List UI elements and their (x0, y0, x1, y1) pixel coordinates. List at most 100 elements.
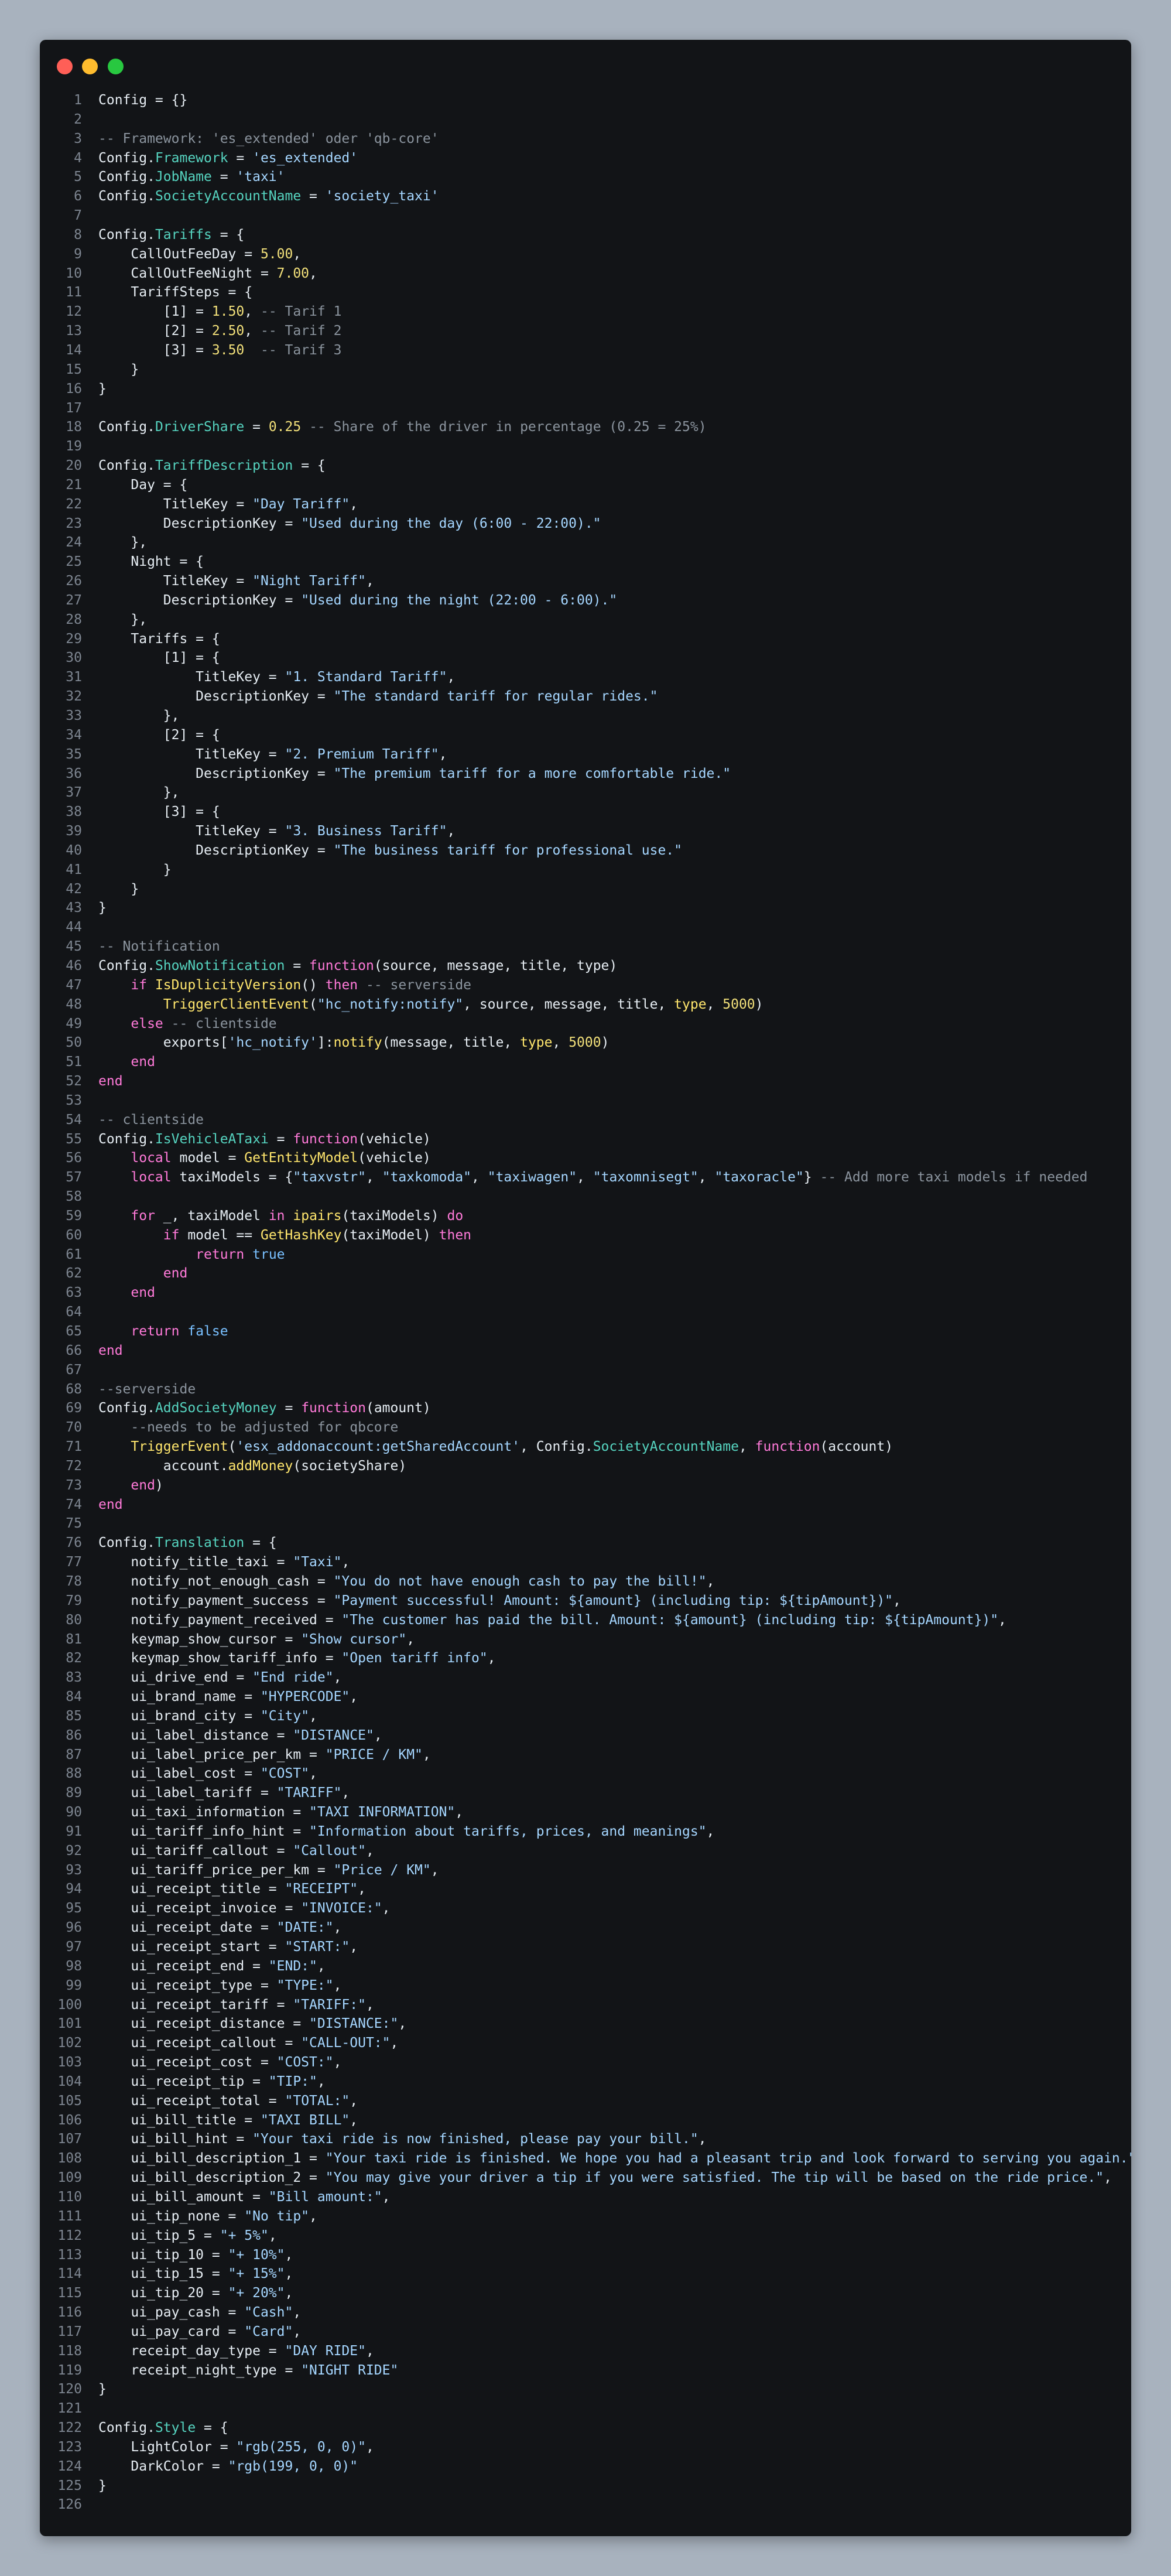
code-line: 120} (40, 2380, 1131, 2399)
property: TariffDescription (155, 458, 293, 474)
line-source: ui_tip_5 = "+ 5%", (98, 2227, 276, 2243)
code-line: 5 Config.JobName = 'taxi' (40, 168, 1131, 187)
code-text: , (998, 1612, 1006, 1628)
string-literal: "Day Tariff" (252, 496, 350, 512)
minimize-button[interactable] (82, 59, 98, 74)
string-literal: "Information about tariffs, prices, and … (309, 1823, 707, 1839)
code-text: receipt_night_type = (98, 2362, 302, 2378)
code-text: ui_tip_10 = (98, 2247, 228, 2263)
code-text: , (398, 2016, 407, 2032)
line-number: 36 (66, 766, 82, 781)
line-number: 42 (66, 881, 82, 897)
code-text: , (447, 669, 456, 685)
code-line: 7 (40, 206, 1131, 226)
code-text: ui_receipt_cost = (98, 2055, 277, 2071)
keyword: return (131, 1324, 180, 1339)
line-source: Config.AddSocietyMoney = function(amount… (98, 1400, 431, 1416)
number-literal: 3.50 (211, 342, 245, 358)
line-source: ui_receipt_total = "TOTAL:", (98, 2093, 358, 2109)
line-number: 98 (66, 1958, 82, 1974)
code-editor[interactable]: 1 Config = {} 2 3 -- Framework: 'es_extended… (40, 91, 1131, 2514)
code-text: , (1104, 2170, 1112, 2186)
maximize-button[interactable] (108, 59, 124, 74)
code-text: ui_tip_5 = (98, 2227, 220, 2243)
function-name: type (674, 996, 707, 1012)
code-text: (vehicle) (358, 1131, 431, 1147)
code-line: 20 Config.TariffDescription = { (40, 456, 1131, 476)
code-text: = { (293, 458, 326, 474)
line-number: 119 (57, 2362, 82, 2378)
string-literal: "The standard tariff for regular rides." (333, 689, 658, 705)
line-number: 35 (66, 746, 82, 762)
code-text: = (211, 169, 237, 185)
line-source: ui_bill_title = "TAXI BILL", (98, 2113, 358, 2128)
code-line: 25 Night = { (40, 552, 1131, 572)
code-line: 62 end (40, 1264, 1131, 1283)
keyword: function (309, 958, 374, 973)
keyword: end (98, 1342, 123, 1358)
code-text: , (333, 1977, 342, 1993)
line-number: 121 (57, 2401, 82, 2417)
code-line: 26 TitleKey = "Night Tariff", (40, 572, 1131, 591)
code-text: ( (228, 1439, 237, 1455)
line-number: 114 (57, 2266, 82, 2282)
comment: -- serverside (366, 977, 472, 993)
code-line: 69 Config.AddSocietyMoney = function(amou… (40, 1399, 1131, 1418)
code-text: (taxiModels) (341, 1208, 447, 1224)
line-number: 28 (66, 611, 82, 627)
function-name: TriggerClientEvent (163, 996, 310, 1012)
code-text: notify_title_taxi = (98, 1555, 293, 1570)
close-button[interactable] (57, 59, 73, 74)
line-source: Day = { (98, 477, 187, 493)
line-number: 14 (66, 342, 82, 358)
code-text: DescriptionKey = (98, 689, 334, 705)
code-text: keymap_show_tariff_info = (98, 1651, 342, 1666)
code-line: 58 (40, 1187, 1131, 1207)
code-line: 19 (40, 437, 1131, 456)
line-number: 71 (66, 1439, 82, 1455)
line-number: 29 (66, 631, 82, 647)
code-text: ui_receipt_end = (98, 1958, 269, 1974)
code-text: _, taxiModel (155, 1208, 269, 1224)
line-number: 107 (57, 2131, 82, 2147)
line-source: ui_tip_10 = "+ 10%", (98, 2247, 293, 2263)
function-name: addMoney (228, 1458, 293, 1474)
line-number: 72 (66, 1458, 82, 1474)
line-number: 115 (57, 2285, 82, 2301)
code-text: , (706, 996, 723, 1012)
code-text: Config. (98, 458, 155, 474)
keyword: function (755, 1439, 820, 1455)
code-text: (source, message, title, type) (374, 958, 618, 973)
comment: -- Share of the driver in percentage (0.… (309, 419, 707, 435)
line-source: TitleKey = "1. Standard Tariff", (98, 669, 455, 685)
line-number: 92 (66, 1843, 82, 1858)
line-number: 61 (66, 1246, 82, 1262)
line-number: 51 (66, 1054, 82, 1070)
string-literal: "CALL-OUT:" (301, 2035, 391, 2051)
code-text: ui_pay_card = (98, 2324, 245, 2339)
line-source: CallOutFeeDay = 5.00, (98, 247, 301, 262)
string-literal: "TYPE:" (276, 1977, 334, 1993)
comment: -- Tarif 3 (260, 342, 342, 358)
code-line: 11 TariffSteps = { (40, 283, 1131, 302)
number-literal: 2.50 (211, 323, 245, 339)
string-literal: "+ 5%" (220, 2227, 269, 2243)
line-number: 95 (66, 1901, 82, 1916)
line-number: 122 (57, 2420, 82, 2436)
line-number: 101 (57, 2016, 82, 2032)
code-line: 126 (40, 2495, 1131, 2514)
string-literal: "PRICE / KM" (325, 1747, 423, 1762)
line-number: 57 (66, 1170, 82, 1185)
code-line: 48 TriggerClientEvent("hc_notify:notify"… (40, 995, 1131, 1014)
code-line: 8 Config.Tariffs = { (40, 226, 1131, 245)
line-source: --needs to be adjusted for qbcore (98, 1420, 398, 1435)
code-text: TitleKey = (98, 669, 285, 685)
line-source: ui_receipt_tariff = "TARIFF:", (98, 1997, 374, 2013)
code-text: , (350, 2112, 358, 2128)
line-source: [2] = { (98, 727, 220, 743)
property: JobName (155, 169, 212, 185)
